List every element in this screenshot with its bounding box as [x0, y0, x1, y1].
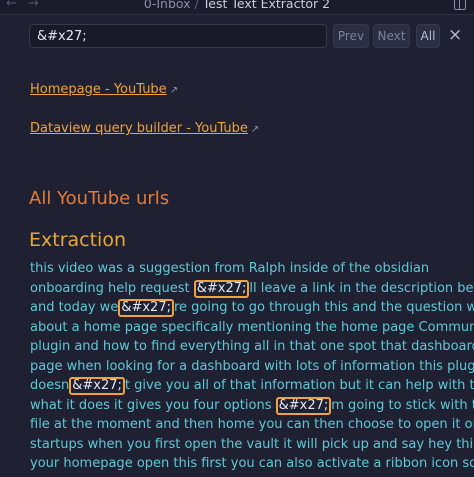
- heading-all-youtube-urls: All YouTube urls: [29, 188, 170, 209]
- text-segment: about a home page specifically mentionin…: [30, 319, 474, 335]
- view-header: ← → 0-Inbox / Test Text Extractor 2: [0, 0, 474, 15]
- search-input[interactable]: [29, 24, 327, 48]
- text-segment: this video was a suggestion from Ralph i…: [30, 261, 430, 276]
- text-segment: plugin and how to find everything all in…: [30, 339, 474, 354]
- text-line: doesn &#x27; t give you all of that inform…: [30, 376, 474, 396]
- text-segment: t give you all of that information but i…: [124, 378, 474, 393]
- text-segment: onboarding help request: [30, 280, 194, 296]
- text-segment: your homepage open this first you can al…: [30, 456, 474, 471]
- text-segment: and today we: [30, 300, 119, 315]
- text-segment: re going to go through this and the ques…: [173, 300, 474, 315]
- next-match-button[interactable]: Next: [373, 24, 410, 48]
- search-match-highlight: &#x27;: [193, 279, 250, 298]
- text-segment: m going to stick with the: [331, 397, 474, 413]
- prev-match-button[interactable]: Prev: [333, 24, 369, 48]
- heading-extraction: Extraction: [29, 229, 126, 251]
- search-match-highlight: &#x27;: [118, 299, 174, 317]
- text-segment: doesn: [30, 378, 70, 393]
- text-segment: file at the moment and then home you can…: [30, 417, 474, 432]
- all-matches-button[interactable]: All: [416, 24, 440, 48]
- panel-toggle-icon[interactable]: [454, 0, 466, 10]
- link-label[interactable]: Dataview query builder - YouTube: [30, 121, 248, 136]
- close-icon[interactable]: ×: [448, 26, 462, 44]
- note-view: ← → 0-Inbox / Test Text Extractor 2 Prev…: [0, 0, 474, 477]
- dataview-query-builder-link[interactable]: Dataview query builder - YouTube ↗: [30, 121, 259, 136]
- text-line: and today we &#x27; re going to go through…: [30, 298, 474, 318]
- extraction-text: this video was a suggestion from Ralph i…: [30, 259, 474, 474]
- search-match-highlight: &#x27;: [275, 396, 332, 415]
- breadcrumb-file-title[interactable]: Test Text Extractor 2: [203, 0, 330, 11]
- link-label[interactable]: Homepage - YouTube: [30, 82, 167, 97]
- text-line: about a home page specifically mentionin…: [30, 318, 474, 338]
- breadcrumb-separator: /: [190, 0, 203, 11]
- homepage-youtube-link[interactable]: Homepage - YouTube ↗: [30, 82, 178, 97]
- text-segment: startups when you first open the vault i…: [30, 436, 474, 452]
- text-line: page when looking for a dashboard with l…: [30, 357, 474, 377]
- text-line: plugin and how to find everything all in…: [30, 337, 474, 357]
- breadcrumb: 0-Inbox / Test Text Extractor 2: [0, 0, 474, 11]
- external-link-icon: ↗: [250, 124, 260, 135]
- text-segment: page when looking for a dashboard with l…: [30, 358, 474, 374]
- text-line: startups when you first open the vault i…: [30, 435, 474, 455]
- text-segment: what it does it gives you four options: [30, 397, 276, 413]
- text-segment: ll leave a link in the description below: [249, 280, 474, 296]
- text-line: what it does it gives you four options &…: [30, 396, 474, 416]
- text-line: this video was a suggestion from Ralph i…: [30, 259, 474, 279]
- breadcrumb-folder[interactable]: 0-Inbox: [144, 0, 191, 11]
- text-line: onboarding help request &#x27; ll leave a…: [30, 279, 474, 299]
- search-match-highlight: &#x27;: [69, 377, 125, 395]
- text-line: your homepage open this first you can al…: [30, 454, 474, 474]
- text-line: file at the moment and then home you can…: [30, 415, 474, 435]
- external-link-icon: ↗: [169, 85, 179, 96]
